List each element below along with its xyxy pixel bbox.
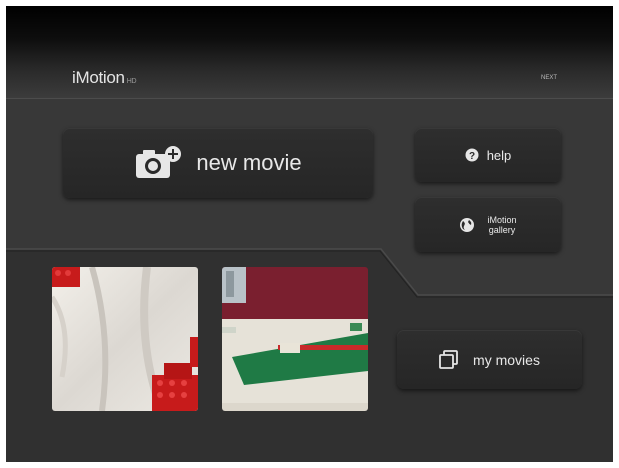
top-bar: iMotion HD NEXT [6, 6, 613, 99]
my-movies-label: my movies [473, 351, 540, 368]
camera-plus-icon [134, 145, 182, 181]
app-title: iMotion HD [72, 68, 137, 88]
new-movie-label: new movie [196, 150, 302, 175]
app-title-suffix: HD [126, 78, 137, 85]
gallery-label: iMotion gallery [487, 215, 516, 235]
app-title-text: iMotion [72, 68, 125, 87]
help-label: help [486, 147, 512, 163]
movie-thumbnail-1[interactable] [52, 267, 198, 411]
gallery-button[interactable]: iMotion gallery [415, 197, 561, 252]
stacked-photos-icon [439, 349, 459, 370]
top-right-label[interactable]: NEXT [541, 75, 557, 81]
new-movie-button[interactable]: new movie [63, 128, 373, 198]
gallery-label-line2: gallery [488, 224, 516, 235]
question-icon: ? [465, 148, 479, 162]
svg-text:?: ? [469, 151, 475, 162]
globe-icon [459, 217, 475, 233]
help-button[interactable]: ? help [415, 128, 561, 182]
my-movies-button[interactable]: my movies [397, 330, 582, 389]
movie-thumbnail-2[interactable] [222, 267, 368, 411]
app-screen: iMotion HD NEXT new movie ? help iMotion… [6, 6, 613, 462]
gallery-label-line1: iMotion [487, 214, 517, 225]
